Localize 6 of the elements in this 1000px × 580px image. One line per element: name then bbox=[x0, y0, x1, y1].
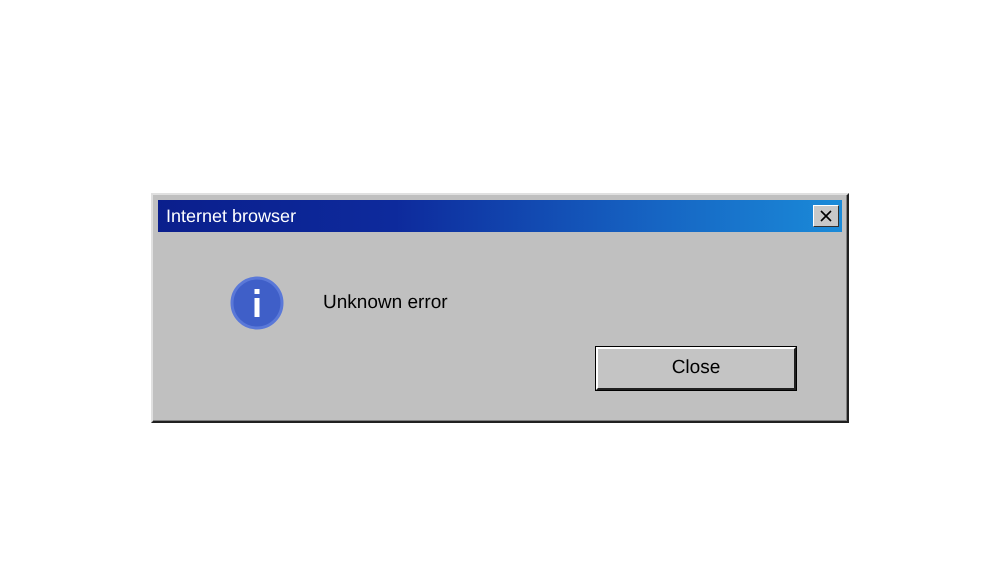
close-button[interactable] bbox=[813, 205, 839, 227]
error-message: Unknown error bbox=[323, 290, 448, 315]
close-icon bbox=[820, 210, 832, 222]
dialog-button[interactable]: Close bbox=[596, 347, 796, 390]
info-icon bbox=[230, 276, 284, 330]
window-title: Internet browser bbox=[166, 207, 296, 225]
